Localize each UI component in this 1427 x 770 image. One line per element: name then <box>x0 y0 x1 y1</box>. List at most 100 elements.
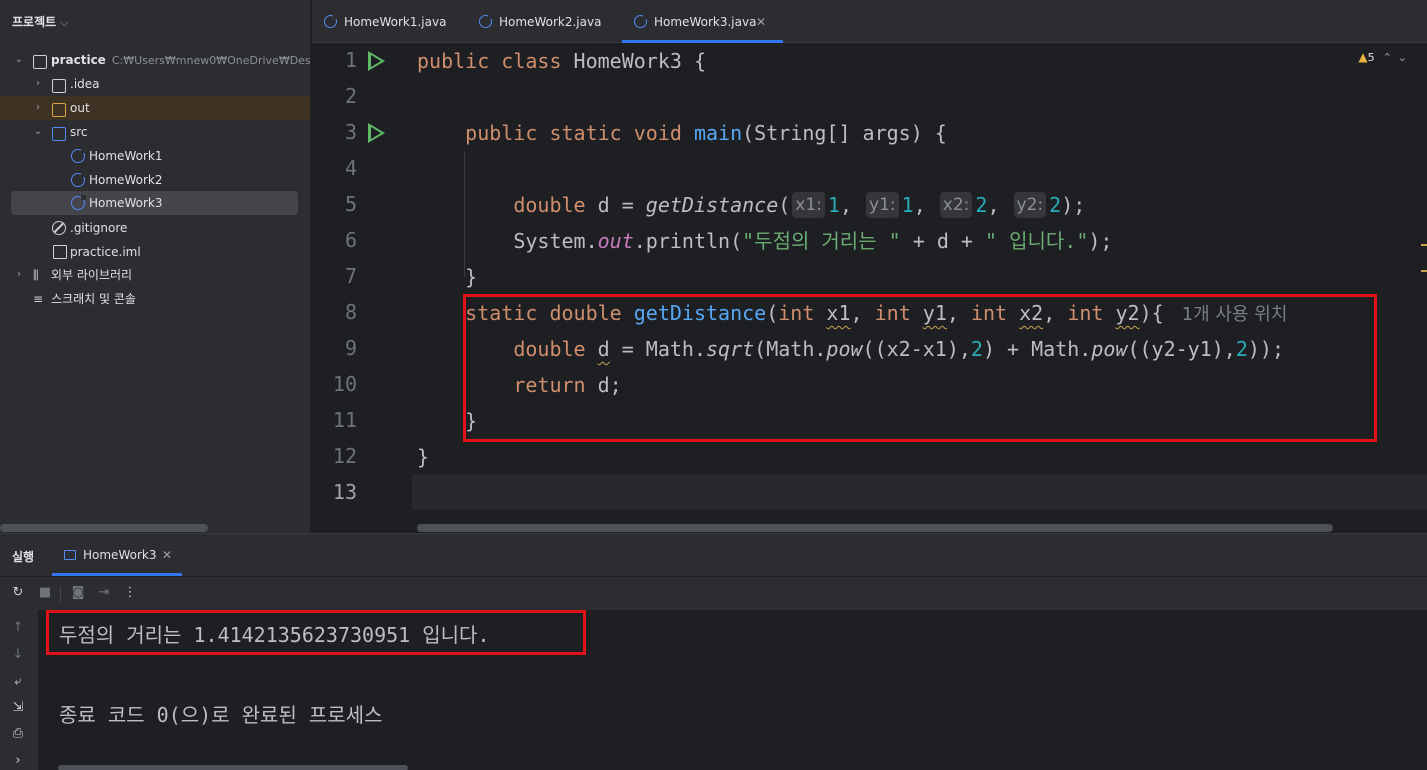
module-folder-icon <box>33 55 47 69</box>
code-line-6: System.out.println("두점의 거리는 " + d + " 입니… <box>417 229 1113 253</box>
chevron-down-icon[interactable]: ⌵ <box>60 16 68 29</box>
param-hint-x2: x2: <box>939 192 973 218</box>
close-icon[interactable]: ✕ <box>162 548 172 562</box>
chevron-down-icon[interactable]: ⌄ <box>1398 51 1407 64</box>
arrow-up-icon[interactable]: ↑ <box>0 620 36 635</box>
console-side-toolbar: ↑ ↓ ⤶ ⇲ ⎙ › <box>0 610 38 770</box>
library-icon: ⫼ <box>33 268 39 282</box>
project-view-title[interactable]: 프로젝트 ⌵ <box>12 13 69 30</box>
rerun-icon[interactable]: ↻ <box>10 585 26 600</box>
java-class-icon <box>71 148 86 163</box>
run-gutter-icon[interactable] <box>368 51 385 71</box>
scratches-icon: ≡ <box>33 292 44 306</box>
code-line-7: } <box>417 265 478 289</box>
more-icon[interactable]: ⋮ <box>122 585 138 600</box>
chevron-right-icon[interactable]: › <box>13 263 25 287</box>
code-line-1: public class HomeWork3 { <box>417 49 706 73</box>
line-number: 8 <box>344 300 357 324</box>
tree-item-homework2[interactable]: HomeWork2 <box>0 168 310 192</box>
arrow-down-icon[interactable]: ↓ <box>0 647 36 662</box>
folder-icon <box>52 103 66 117</box>
console-exit-line: 종료 코드 0(으)로 완료된 프로세스 <box>59 703 383 727</box>
ignore-file-icon <box>52 221 66 235</box>
tree-item-label: out <box>70 101 90 115</box>
inspection-widget[interactable]: ▲5 ⌃ ⌄ <box>1358 50 1407 64</box>
tab-homework1[interactable]: HomeWork1.java <box>324 0 464 43</box>
line-number-gutter[interactable]: 1 2 3 4 5 6 7 8 9 10 11 12 13 <box>312 43 410 533</box>
scroll-to-end-icon[interactable]: ⇲ <box>0 700 36 715</box>
editor-tab-bar: HomeWork1.java HomeWork2.java HomeWork3.… <box>312 0 1427 43</box>
tree-item-label: practice.iml <box>70 245 141 259</box>
tree-item-label: practice <box>51 53 106 67</box>
java-class-icon <box>634 14 648 28</box>
tree-item-scratches[interactable]: ≡ 스크래치 및 콘솔 <box>0 287 310 311</box>
horizontal-scrollbar[interactable] <box>58 765 408 770</box>
java-class-icon <box>71 195 86 210</box>
code-line-12: } <box>417 445 430 469</box>
tree-item-practice-iml[interactable]: practice.iml <box>0 240 310 264</box>
line-number: 2 <box>344 84 357 108</box>
camera-icon[interactable]: ◙ <box>70 585 86 600</box>
project-panel: 프로젝트 ⌵ ⌄ practice C:₩Users₩mnew0₩OneDrive₩… <box>0 0 311 533</box>
tree-item-src[interactable]: ⌄ src <box>0 120 310 144</box>
chevron-right-icon[interactable]: › <box>32 72 44 96</box>
exit-icon[interactable]: ⇥ <box>96 585 112 600</box>
tree-item-external-libraries[interactable]: › ⫼ 외부 라이브러리 <box>0 263 310 287</box>
tab-homework2[interactable]: HomeWork2.java <box>479 0 619 43</box>
warning-marker[interactable] <box>1421 270 1427 272</box>
tab-homework3[interactable]: HomeWork3.java ✕ <box>622 0 783 45</box>
tree-item-out[interactable]: › out <box>0 96 310 120</box>
close-icon[interactable]: ✕ <box>756 0 766 45</box>
annotation-box <box>46 610 586 655</box>
line-number: 13 <box>332 480 357 504</box>
code-line-3: public static void main(String[] args) { <box>465 121 947 145</box>
tree-item-practice[interactable]: ⌄ practice C:₩Users₩mnew0₩OneDrive₩Deskto… <box>0 48 310 72</box>
java-class-icon <box>324 14 338 28</box>
run-tab-homework3[interactable]: HomeWork3 ✕ <box>52 534 182 576</box>
tree-item-idea[interactable]: › .idea <box>0 72 310 96</box>
line-number: 11 <box>332 408 357 432</box>
param-hint-y1: y1: <box>866 192 899 218</box>
string-literal: "두점의 거리는 " <box>742 229 901 253</box>
module-file-icon <box>53 245 67 259</box>
tab-label: HomeWork2.java <box>499 15 602 29</box>
print-icon[interactable]: ⎙ <box>0 726 36 741</box>
run-tool-window: 실행 HomeWork3 ✕ ↻ ■ ◙ ⇥ ⋮ ↑ ↓ ⤶ ⇲ ⎙ › 두점의… <box>0 533 1427 770</box>
line-number: 7 <box>344 264 357 288</box>
run-header: 실행 HomeWork3 ✕ <box>0 534 1427 576</box>
java-class-icon <box>479 14 493 28</box>
code-line-5: double d = getDistance(x1: 1, y1: 1, x2: 2,… <box>513 192 1086 218</box>
tree-item-label: 외부 라이브러리 <box>51 268 133 282</box>
run-title: 실행 <box>12 550 35 564</box>
tree-item-label: 스크래치 및 콘솔 <box>51 292 136 306</box>
current-line-highlight <box>412 474 1427 510</box>
soft-wrap-icon[interactable]: ⤶ <box>0 674 36 689</box>
tree-item-homework1[interactable]: HomeWork1 <box>0 144 310 168</box>
tree-item-label: src <box>70 125 88 139</box>
tab-label: HomeWork1.java <box>344 15 447 29</box>
line-number: 4 <box>344 156 357 180</box>
java-class-icon <box>71 172 86 187</box>
line-number: 1 <box>344 48 357 72</box>
run-gutter-icon[interactable] <box>368 123 385 143</box>
string-literal: " 입니다." <box>985 229 1089 253</box>
chevron-right-icon[interactable]: › <box>0 753 36 768</box>
horizontal-scrollbar[interactable] <box>0 524 208 532</box>
tree-item-homework3[interactable]: HomeWork3 <box>11 191 298 215</box>
line-number: 3 <box>344 120 357 144</box>
chevron-right-icon[interactable]: › <box>32 96 44 120</box>
console-icon <box>64 550 76 560</box>
tree-item-gitignore[interactable]: .gitignore <box>0 216 310 240</box>
line-number: 6 <box>344 228 357 252</box>
source-folder-icon <box>52 127 66 141</box>
warning-marker[interactable] <box>1421 244 1427 246</box>
chevron-down-icon[interactable]: ⌄ <box>32 120 44 144</box>
horizontal-scrollbar[interactable] <box>417 524 1333 532</box>
tree-item-label: .idea <box>70 77 100 91</box>
chevron-down-icon[interactable]: ⌄ <box>13 48 25 72</box>
param-hint-y2: y2: <box>1013 192 1047 218</box>
annotation-box <box>463 294 1377 442</box>
code-editor[interactable]: 1 2 3 4 5 6 7 8 9 10 11 12 13 public cla… <box>312 43 1427 533</box>
stop-icon[interactable]: ■ <box>37 585 53 600</box>
chevron-up-icon[interactable]: ⌃ <box>1383 51 1392 64</box>
